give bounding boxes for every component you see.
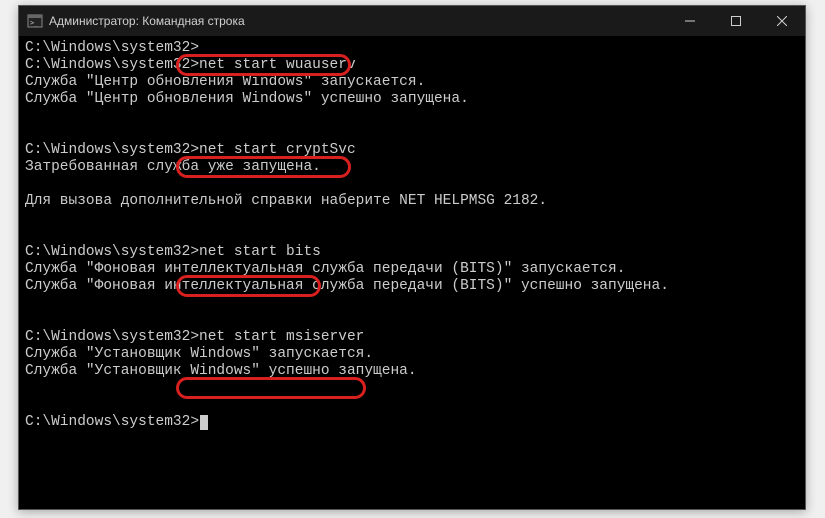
- prompt-line: C:\Windows\system32>: [25, 40, 799, 57]
- svg-text:>_: >_: [30, 19, 39, 27]
- command-line: C:\Windows\system32>net start bits: [25, 244, 799, 261]
- titlebar[interactable]: >_ Администратор: Командная строка: [19, 6, 805, 36]
- blank-line: [25, 227, 799, 244]
- blank-line: [25, 125, 799, 142]
- prompt-line: C:\Windows\system32>: [25, 414, 799, 431]
- output-line: Служба "Фоновая интеллектуальная служба …: [25, 261, 799, 278]
- output-line: [25, 176, 799, 193]
- minimize-button[interactable]: [667, 6, 713, 36]
- blank-line: [25, 312, 799, 329]
- output-line: Для вызова дополнительной справки набери…: [25, 193, 799, 210]
- terminal-body[interactable]: C:\Windows\system32>C:\Windows\system32>…: [19, 36, 805, 509]
- output-line: Затребованная служба уже запущена.: [25, 159, 799, 176]
- output-line: [25, 380, 799, 397]
- output-line: Служба "Центр обновления Windows" успешн…: [25, 91, 799, 108]
- command-line: C:\Windows\system32>net start msiserver: [25, 329, 799, 346]
- output-line: [25, 295, 799, 312]
- command-line: C:\Windows\system32>net start cryptSvc: [25, 142, 799, 159]
- window-title: Администратор: Командная строка: [49, 14, 245, 28]
- maximize-button[interactable]: [713, 6, 759, 36]
- output-line: Служба "Установщик Windows" запускается.: [25, 346, 799, 363]
- cmd-window: >_ Администратор: Командная строка C:\Wi…: [18, 5, 806, 510]
- output-line: Служба "Фоновая интеллектуальная служба …: [25, 278, 799, 295]
- output-line: Служба "Центр обновления Windows" запуск…: [25, 74, 799, 91]
- output-line: [25, 108, 799, 125]
- cmd-icon: >_: [27, 13, 43, 29]
- close-button[interactable]: [759, 6, 805, 36]
- command-line: C:\Windows\system32>net start wuauserv: [25, 57, 799, 74]
- output-line: Служба "Установщик Windows" успешно запу…: [25, 363, 799, 380]
- cursor: [200, 415, 208, 430]
- blank-line: [25, 397, 799, 414]
- output-line: [25, 210, 799, 227]
